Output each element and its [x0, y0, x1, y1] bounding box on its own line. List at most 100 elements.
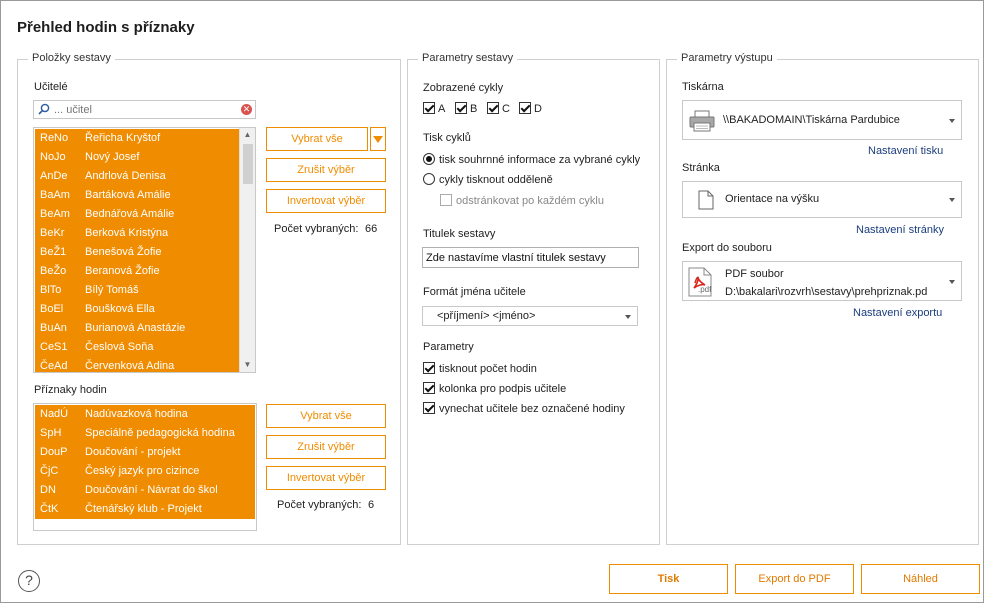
teachers-deselect-button[interactable]: Zrušit výběr: [266, 158, 386, 182]
flag-row[interactable]: DouP Doučování - projekt: [35, 443, 255, 462]
teacher-list[interactable]: ČeAd Červenková Adina CeS1 Česlová Soňa BuAn…: [33, 127, 256, 373]
flag-row[interactable]: DN Doučování - Návrat do škol: [35, 481, 255, 500]
teacher-code: BaAm: [40, 189, 70, 201]
flag-row[interactable]: NadÚ Nadúvazková hodina: [35, 405, 255, 424]
teacher-row[interactable]: BeAm Bednářová Amálie: [35, 205, 239, 224]
teacher-row[interactable]: CeS1 Česlová Soňa: [35, 338, 239, 357]
flag-row[interactable]: ČtK Čtenářský klub - Projekt: [35, 500, 255, 519]
print-cycles-label: Tisk cyklů: [423, 132, 471, 144]
teacher-search-input[interactable]: [54, 102, 234, 117]
page-settings-link[interactable]: Nastavení stránky: [856, 224, 944, 236]
dialog-window: Přehled hodin s příznaky Položky sestavy…: [0, 0, 984, 603]
teacher-row[interactable]: BlTo Bílý Tomáš: [35, 281, 239, 300]
dropdown-arrow-icon: [373, 136, 383, 143]
name-format-select[interactable]: <příjmení> <jméno>: [422, 306, 638, 326]
cycle-label: B: [470, 103, 478, 115]
radio-separate-label[interactable]: cykly tisknout odděleně: [439, 174, 553, 186]
export-select[interactable]: .pdf PDF soubor D:\bakalari\rozvrh\sesta…: [682, 261, 962, 301]
teacher-code: BeAm: [40, 208, 70, 220]
search-icon: [38, 103, 50, 115]
export-settings-link[interactable]: Nastavení exportu: [853, 307, 942, 319]
teacher-row[interactable]: AnDe Andrlová Denisa: [35, 167, 239, 186]
flag-code: ČtK: [40, 503, 59, 515]
radio-summary[interactable]: [423, 153, 435, 165]
select-options-button[interactable]: [370, 127, 386, 151]
teachers-select-all-button[interactable]: Vybrat vše: [266, 127, 368, 151]
scroll-thumb[interactable]: [243, 144, 253, 184]
flag-row[interactable]: ČjC Český jazyk pro cizince: [35, 462, 255, 481]
preview-button[interactable]: Náhled: [861, 564, 980, 594]
report-title-input[interactable]: [422, 247, 639, 268]
help-icon[interactable]: ?: [18, 570, 40, 592]
page-break-checkbox[interactable]: [440, 194, 452, 206]
flags-deselect-button[interactable]: Zrušit výběr: [266, 435, 386, 459]
scroll-up-icon[interactable]: ▲: [240, 128, 255, 142]
opt-skip-label[interactable]: vynechat učitele bez označené hodiny: [439, 403, 625, 415]
flag-list[interactable]: NadÚ Nadúvazková hodina SpH Speciálně pedag…: [33, 403, 257, 531]
teacher-code: ReNo: [40, 132, 69, 144]
teacher-row[interactable]: BaAm Bartáková Amálie: [35, 186, 239, 205]
flags-label: Příznaky hodin: [34, 384, 107, 396]
teachers-invert-button[interactable]: Invertovat výběr: [266, 189, 386, 213]
page-value: Orientace na výšku: [725, 193, 820, 205]
teacher-name: Bílý Tomáš: [85, 284, 139, 296]
flags-invert-button[interactable]: Invertovat výběr: [266, 466, 386, 490]
printer-settings-link[interactable]: Nastavení tisku: [868, 145, 943, 157]
export-label: Export do souboru: [682, 242, 772, 254]
cycles-label: Zobrazené cykly: [423, 82, 504, 94]
teacher-row[interactable]: ČeAd Červenková Adina: [35, 357, 239, 372]
flag-name: Český jazyk pro cizince: [85, 465, 200, 477]
cycle-label: D: [534, 103, 542, 115]
cycle-checkbox[interactable]: [519, 102, 531, 114]
export-pdf-button[interactable]: Export do PDF: [735, 564, 854, 594]
page-label: Stránka: [682, 162, 720, 174]
export-icon-text: .pdf: [698, 285, 712, 294]
cycle-checkbox[interactable]: [423, 102, 435, 114]
cycle-checkbox[interactable]: [487, 102, 499, 114]
teacher-name: Bednářová Amálie: [85, 208, 175, 220]
teachers-count-value: 66: [365, 223, 378, 235]
printer-label: Tiskárna: [682, 81, 724, 93]
radio-summary-label[interactable]: tisk souhrnné informace za vybrané cykly: [439, 154, 640, 166]
chevron-down-icon: [949, 280, 955, 284]
opt-signature-label[interactable]: kolonka pro podpis učitele: [439, 383, 566, 395]
opt-signature-checkbox[interactable]: [423, 382, 435, 394]
opt-count-checkbox[interactable]: [423, 362, 435, 374]
output-group-label: Parametry výstupu: [677, 52, 777, 64]
opt-count-label[interactable]: tisknout počet hodin: [439, 363, 537, 375]
teacher-search[interactable]: ✕: [33, 100, 256, 119]
clear-search-icon[interactable]: ✕: [241, 104, 252, 115]
teachers-count-label: Počet vybraných:: [274, 223, 359, 235]
teacher-row[interactable]: BeŽo Beranová Žofie: [35, 262, 239, 281]
scroll-down-icon[interactable]: ▼: [240, 358, 255, 372]
flag-name: Doučování - projekt: [85, 446, 181, 458]
page-select[interactable]: Orientace na výšku: [682, 181, 962, 218]
teacher-row[interactable]: BeŽ1 Benešová Žofie: [35, 243, 239, 262]
radio-separate[interactable]: [423, 173, 435, 185]
teacher-code: BlTo: [40, 284, 62, 296]
flag-row[interactable]: SpH Speciálně pedagogická hodina: [35, 424, 255, 443]
teacher-row[interactable]: BoEl Boušková Ella: [35, 300, 239, 319]
flag-name: Speciálně pedagogická hodina: [85, 427, 235, 439]
teacher-list-scrollbar[interactable]: ▲ ▼: [239, 128, 255, 372]
flags-select-all-button[interactable]: Vybrat vše: [266, 404, 386, 428]
teacher-name: Červenková Adina: [85, 360, 175, 372]
teacher-code: BeŽo: [40, 265, 67, 277]
name-format-value: <příjmení> <jméno>: [437, 310, 536, 322]
teacher-row[interactable]: BeKr Berková Kristýna: [35, 224, 239, 243]
teacher-code: BoEl: [40, 303, 64, 315]
teacher-name: Burianová Anastázie: [85, 322, 186, 334]
teacher-row[interactable]: BuAn Burianová Anastázie: [35, 319, 239, 338]
printer-value: \\BAKADOMAIN\Tiskárna Pardubice: [723, 114, 900, 126]
print-button[interactable]: Tisk: [609, 564, 728, 594]
teacher-row[interactable]: ReNo Řeřicha Kryštof: [35, 129, 239, 148]
flag-code: SpH: [40, 427, 62, 439]
cycle-checkbox[interactable]: [455, 102, 467, 114]
opt-skip-checkbox[interactable]: [423, 402, 435, 414]
teacher-name: Řeřicha Kryštof: [85, 132, 161, 144]
printer-select[interactable]: \\BAKADOMAIN\Tiskárna Pardubice: [682, 100, 962, 140]
teacher-row[interactable]: NoJo Nový Josef: [35, 148, 239, 167]
flag-name: Nadúvazková hodina: [85, 408, 188, 420]
flag-code: NadÚ: [40, 408, 69, 420]
teacher-name: Česlová Soňa: [85, 341, 154, 353]
